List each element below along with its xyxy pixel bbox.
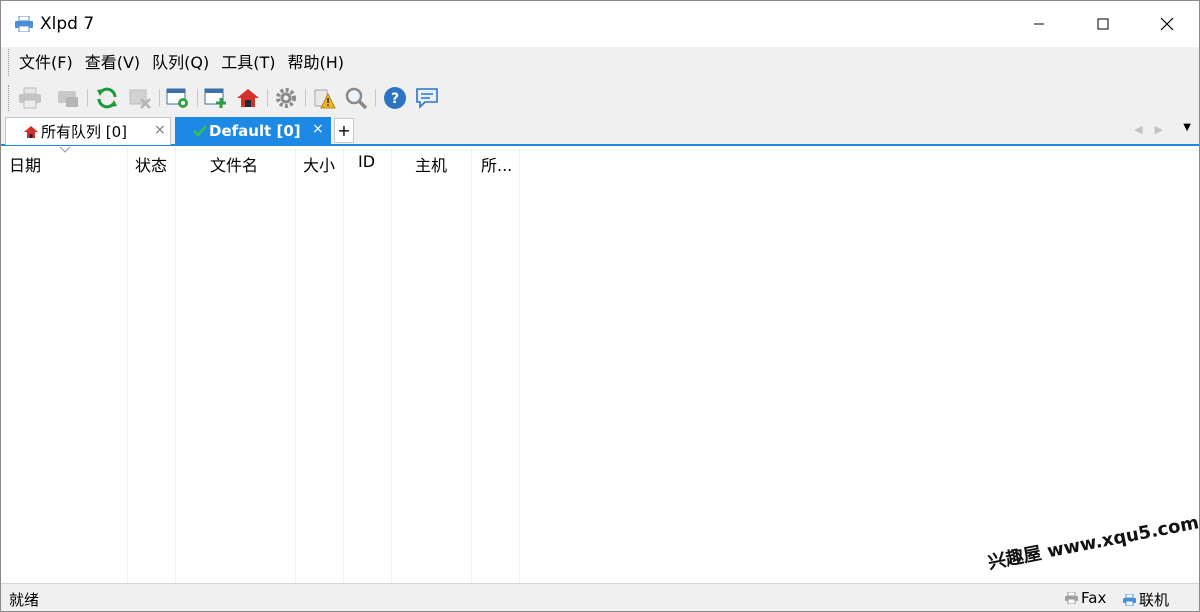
home-icon (24, 125, 38, 138)
settings-button[interactable] (273, 85, 299, 111)
title-bar[interactable]: Xlpd 7 (1, 1, 1199, 47)
toolbar-separator (159, 89, 160, 107)
column-header-owner[interactable]: 所... (481, 152, 512, 176)
scroll-right-icon[interactable]: ▶ (1155, 123, 1163, 136)
refresh-icon (97, 87, 117, 109)
column-header-date[interactable]: 日期 (9, 152, 41, 176)
delete-icon (129, 89, 151, 109)
online-printer-icon (1123, 593, 1136, 606)
search-button[interactable] (343, 85, 369, 111)
close-button[interactable] (1135, 1, 1199, 47)
tab-label: Default [0] (209, 122, 301, 140)
close-icon (1160, 17, 1174, 31)
tab-close-icon[interactable]: × (154, 122, 166, 138)
home-queue-button[interactable] (235, 85, 261, 111)
queue-settings-button[interactable] (165, 85, 191, 111)
column-header-id[interactable]: ID (358, 152, 375, 171)
svg-text:?: ? (391, 91, 399, 107)
menu-view[interactable]: 查看(V) (79, 52, 146, 74)
column-host: 主机 (392, 148, 472, 583)
tab-scroll-arrows: ◀ ▶ (1134, 123, 1163, 136)
scroll-left-icon[interactable]: ◀ (1134, 123, 1142, 136)
column-size: 大小 (296, 148, 344, 583)
minimize-button[interactable] (1007, 1, 1071, 47)
toolbar-separator (305, 89, 306, 107)
tab-default[interactable]: Default [0] × (175, 117, 331, 145)
delete-job-button[interactable] (127, 85, 153, 111)
maximize-button[interactable] (1071, 1, 1135, 47)
fax-status[interactable]: Fax (1065, 589, 1106, 607)
help-button[interactable]: ? (382, 85, 408, 111)
column-date: 日期 (1, 146, 128, 583)
tab-all-queues[interactable]: 所有队列 [0] × (5, 117, 171, 145)
refresh-button[interactable] (94, 85, 120, 111)
toolbar-separator (197, 89, 198, 107)
sort-descending-icon (59, 146, 71, 153)
toolbar-grip[interactable] (8, 85, 10, 111)
menu-queue[interactable]: 队列(Q) (146, 52, 215, 74)
menu-tools[interactable]: 工具(T) (215, 52, 281, 74)
status-bar: 就绪 Fax 联机 (1, 583, 1199, 611)
queue-tab-bar: 所有队列 [0] × Default [0] × + ◀ ▶ ▼ (1, 117, 1199, 146)
column-header-filename[interactable]: 文件名 (210, 152, 258, 176)
tab-label: 所有队列 [0] (41, 123, 128, 141)
column-id: ID (344, 148, 392, 583)
menu-items: 文件(F) 查看(V) 队列(Q) 工具(T) 帮助(H) (13, 52, 350, 74)
help-icon: ? (384, 87, 406, 109)
print-disabled-button[interactable] (55, 85, 81, 111)
column-header-size[interactable]: 大小 (303, 152, 335, 176)
feedback-button[interactable] (414, 85, 440, 111)
menu-help[interactable]: 帮助(H) (282, 52, 351, 74)
alert-button[interactable] (311, 85, 337, 111)
toolbar-separator (87, 89, 88, 107)
maximize-icon (1097, 18, 1109, 30)
print-disabled-icon (58, 91, 78, 107)
minimize-icon (1034, 23, 1044, 25)
printer-icon (19, 87, 41, 109)
column-filename: 文件名 (176, 148, 296, 583)
gear-icon (276, 88, 296, 108)
menu-grip[interactable] (8, 49, 10, 76)
column-status: 状态 (128, 148, 176, 583)
window-title: Xlpd 7 (40, 14, 95, 34)
toolbar-separator (375, 89, 376, 107)
check-icon (193, 125, 207, 137)
online-status[interactable]: 联机 (1123, 589, 1169, 610)
printer-app-icon (15, 16, 33, 32)
menu-bar: 文件(F) 查看(V) 队列(Q) 工具(T) 帮助(H) (1, 47, 1199, 79)
online-label: 联机 (1139, 591, 1170, 609)
column-header-host[interactable]: 主机 (415, 152, 447, 176)
column-owner: 所... (472, 148, 520, 583)
menu-file[interactable]: 文件(F) (13, 52, 79, 74)
status-text: 就绪 (9, 591, 40, 609)
toolbar-separator (267, 89, 268, 107)
fax-label: Fax (1081, 589, 1107, 607)
tab-list-dropdown-icon[interactable]: ▼ (1183, 122, 1191, 133)
toolbar: ? (1, 79, 1199, 117)
alert-icon (314, 89, 336, 109)
fax-printer-icon (1065, 592, 1078, 604)
column-header-status[interactable]: 状态 (135, 152, 167, 176)
add-tab-button[interactable]: + (334, 118, 354, 143)
add-queue-icon (204, 88, 226, 108)
queue-settings-icon (166, 88, 188, 108)
job-table: 日期 状态 文件名 大小 ID 主机 所... (1, 146, 1199, 583)
tab-close-icon[interactable]: × (312, 121, 324, 137)
search-icon (345, 87, 368, 110)
chat-icon (416, 88, 438, 109)
app-window: Xlpd 7 文件(F) 查看(V) 队列(Q) 工具(T) 帮助(H) ? 所… (0, 0, 1200, 612)
add-queue-button[interactable] (203, 85, 229, 111)
home-icon (237, 89, 259, 107)
print-button[interactable] (17, 85, 43, 111)
